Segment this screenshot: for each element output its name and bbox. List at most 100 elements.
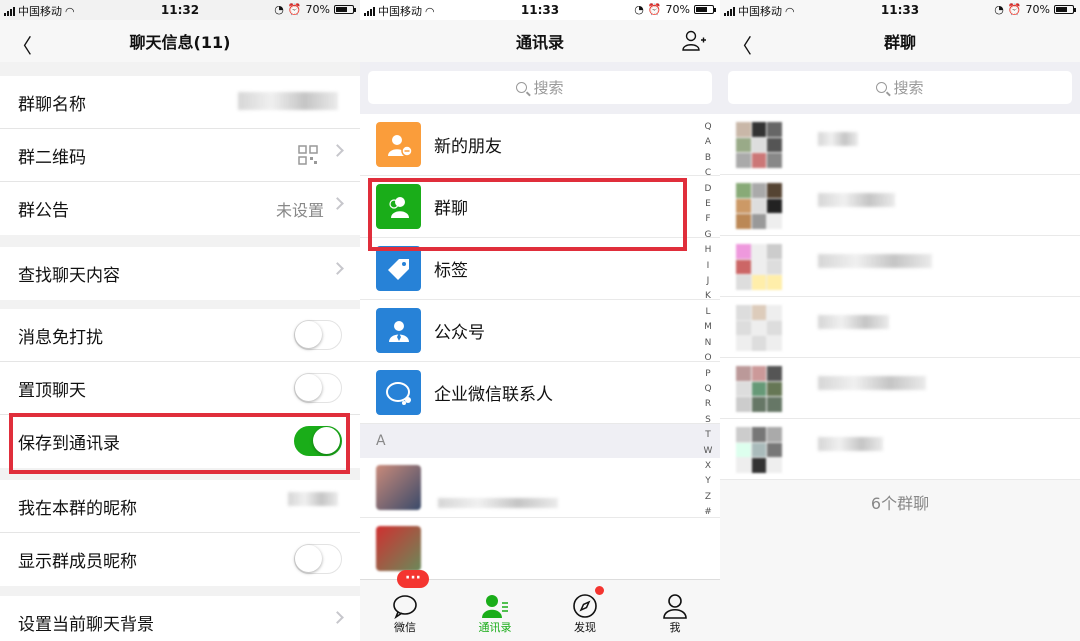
alphabet-index[interactable]: Q A B C D E F G H I J K L M N O P Q R S T W X Y Z # [702,120,714,521]
tab-me[interactable]: 我 [630,580,720,641]
index-letter[interactable]: Z [705,490,711,505]
list-item[interactable] [360,458,720,518]
index-letter[interactable]: J [707,274,710,289]
pin-toggle[interactable] [294,373,342,403]
list-item-label: 公众号 [434,323,485,343]
show-nicknames-toggle[interactable] [294,544,342,574]
list-item-new-friends[interactable]: 新的朋友 [360,114,720,176]
group-list-item[interactable] [720,358,1080,419]
index-letter[interactable]: R [705,397,711,412]
index-letter[interactable]: B [705,151,711,166]
set-background-row[interactable]: 设置当前聊天背景 [0,596,360,641]
announcement-value: 未设置 [275,200,324,220]
group-name-row[interactable]: 群聊名称 [0,76,360,129]
mute-toggle[interactable] [294,320,342,350]
page-title: 聊天信息(11) [129,33,231,52]
group-avatar [736,244,782,290]
search-input[interactable]: 搜索 [728,71,1072,104]
search-section: 查找聊天内容 [0,247,360,300]
tab-label: 我 [669,621,681,634]
back-icon[interactable]: 〈 [12,30,32,59]
battery-icon [694,5,716,14]
index-letter[interactable]: W [704,444,713,459]
search-input[interactable]: 搜索 [368,71,712,104]
index-letter[interactable]: G [705,228,712,243]
index-letter[interactable]: N [705,336,712,351]
index-letter[interactable]: C [705,166,711,181]
section-header: A [360,424,720,458]
index-letter[interactable]: T [705,428,711,443]
alarm-icon: ⏰ [1007,3,1022,16]
index-letter[interactable]: Q [704,120,711,135]
battery-icon [1054,5,1076,14]
my-nickname-row[interactable]: 我在本群的昵称 [0,480,360,533]
qr-code-label: 群二维码 [18,147,86,168]
qr-code-row[interactable]: 群二维码 [0,129,360,182]
list-item-wecom-contacts[interactable]: 企业微信联系人 [360,362,720,424]
qr-code-icon [298,145,318,165]
group-list-item[interactable] [720,114,1080,175]
list-item-group-chats[interactable]: 群聊 [360,176,720,238]
avatar [376,465,421,510]
group-avatar [736,427,782,473]
group-list-item[interactable] [720,297,1080,358]
announcement-row[interactable]: 群公告 未设置 [0,182,360,235]
battery-percent: 70% [665,3,690,16]
group-name-blurred [818,132,858,146]
index-letter[interactable]: X [705,459,711,474]
group-count: 6个群聊 [870,494,930,513]
new-friend-icon [376,122,421,167]
index-letter[interactable]: A [705,135,711,150]
search-history-row[interactable]: 查找聊天内容 [0,247,360,300]
list-item-official-accounts[interactable]: 公众号 [360,300,720,362]
tab-chats[interactable]: ··· 微信 [360,570,450,641]
search-bar-container: 搜索 [720,62,1080,114]
index-letter[interactable]: O [704,351,711,366]
group-info-section: 群聊名称 群二维码 群公告 未设置 [0,76,360,235]
index-letter[interactable]: I [707,259,710,274]
search-history-label: 查找聊天内容 [18,266,120,286]
tab-label: 发现 [574,621,596,634]
index-letter[interactable]: M [704,320,712,335]
index-letter[interactable]: E [705,197,711,212]
show-nicknames-label: 显示群成员昵称 [18,552,137,572]
index-letter[interactable]: H [705,243,712,258]
save-to-contacts-row: 保存到通讯录 [0,415,360,468]
nav-bar: 〈 聊天信息(11) [0,20,360,62]
index-letter[interactable]: Y [705,474,711,489]
set-background-label: 设置当前聊天背景 [18,615,154,635]
chat-bubble-icon [393,595,417,619]
contact-name-blurred [438,498,558,508]
group-list-item[interactable] [720,175,1080,236]
index-letter[interactable]: # [704,505,712,520]
tab-contacts[interactable]: 通讯录 [450,580,540,641]
status-bar: 中国移动 ◠ 11:33 ◔ ⏰ 70% [360,0,720,20]
tab-discover[interactable]: 发现 [540,580,630,641]
my-nickname-label: 我在本群的昵称 [18,498,137,519]
index-letter[interactable]: S [705,413,711,428]
index-letter[interactable]: P [705,367,710,382]
unread-badge: ··· [397,570,429,588]
mute-row: 消息免打扰 [0,309,360,362]
index-letter[interactable]: K [705,289,711,304]
compass-icon [573,594,597,618]
add-contact-icon[interactable] [682,30,706,52]
lock-rotation-icon: ◔ [994,3,1004,16]
save-to-contacts-toggle[interactable] [294,426,342,456]
index-letter[interactable]: Q [704,382,711,397]
back-icon[interactable]: 〈 [732,30,752,59]
list-item[interactable] [360,518,720,578]
index-letter[interactable]: L [705,305,710,320]
index-letter[interactable]: D [705,182,712,197]
group-chat-icon [376,184,421,229]
group-avatar [736,183,782,229]
group-name-blurred [818,437,883,451]
group-list-item[interactable] [720,419,1080,480]
battery-percent: 70% [305,3,330,16]
list-item-tags[interactable]: 标签 [360,238,720,300]
index-letter[interactable]: F [705,212,710,227]
save-to-contacts-label: 保存到通讯录 [18,434,120,454]
nickname-value-blurred [288,492,338,506]
toggles-section: 消息免打扰 置顶聊天 保存到通讯录 [0,309,360,468]
group-list-item[interactable] [720,236,1080,297]
